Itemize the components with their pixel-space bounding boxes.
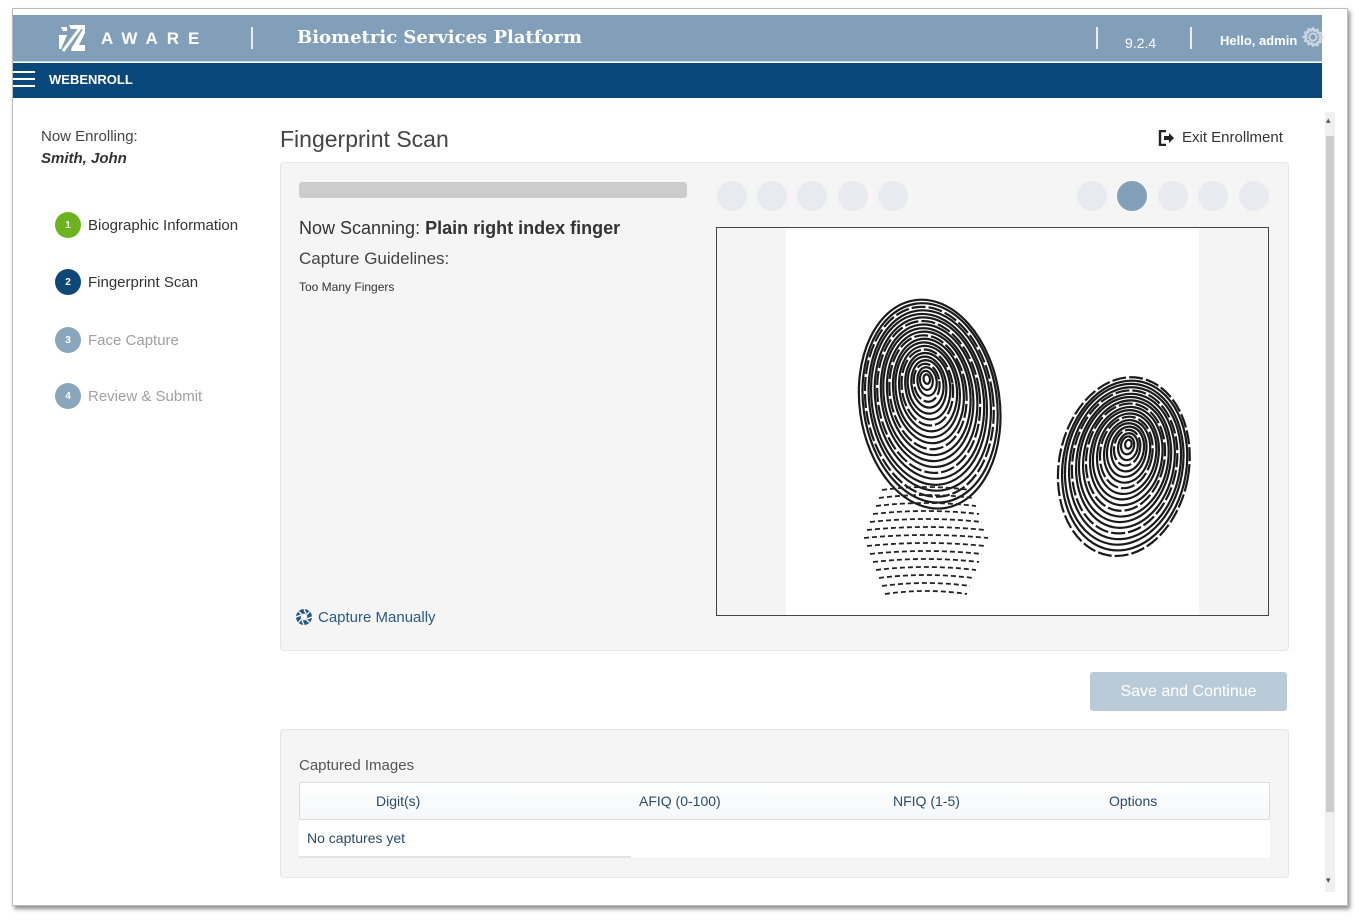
captured-images-panel: Captured Images Digit(s) AFIQ (0-100) NF… xyxy=(280,729,1289,878)
step-face-capture: 3 Face Capture xyxy=(55,326,179,354)
step-number-badge: 1 xyxy=(55,212,81,238)
camera-shutter-icon xyxy=(295,608,313,626)
column-header-nfiq[interactable]: NFIQ (1-5) xyxy=(893,793,960,809)
now-enrolling-label: Now Enrolling: xyxy=(41,128,138,145)
version-label: 9.2.4 xyxy=(1125,35,1157,51)
finger-dot-left-2[interactable] xyxy=(757,181,787,211)
now-scanning-text: Now Scanning: Plain right index finger xyxy=(299,218,620,239)
finger-dot-left-4[interactable] xyxy=(838,181,868,211)
fingerprint-image xyxy=(786,228,1199,615)
empty-table-message: No captures yet xyxy=(307,830,406,846)
finger-dot-right-3[interactable] xyxy=(1158,181,1188,211)
finger-dot-left-5[interactable] xyxy=(878,181,908,211)
step-label: Biographic Information xyxy=(88,216,239,234)
top-header: AWARE Biometric Services Platform 9.2.4 … xyxy=(13,15,1325,62)
vertical-scrollbar[interactable]: ▴ ▾ xyxy=(1325,112,1335,892)
column-header-digits[interactable]: Digit(s) xyxy=(376,793,420,809)
capture-guidelines-label: Capture Guidelines: xyxy=(299,249,450,268)
header-divider xyxy=(1096,27,1098,49)
step-number-badge: 2 xyxy=(55,269,81,295)
enrollee-name: Smith, John xyxy=(41,150,127,167)
finger-dot-right-1[interactable] xyxy=(1077,181,1107,211)
row-divider xyxy=(299,856,631,858)
user-greeting[interactable]: Hello, admin xyxy=(1220,33,1297,48)
step-biographic-information[interactable]: 1 Biographic Information xyxy=(55,211,238,239)
scan-progress-bar xyxy=(299,182,687,198)
scrollbar-thumb[interactable] xyxy=(1326,136,1334,812)
brand-name: AWARE xyxy=(101,29,209,48)
page-title: Fingerprint Scan xyxy=(280,126,449,152)
finger-dot-right-2[interactable] xyxy=(1117,181,1147,211)
step-label: Fingerprint Scan xyxy=(88,273,199,291)
menu-icon[interactable] xyxy=(13,71,35,89)
nav-title[interactable]: WEBENROLL xyxy=(49,72,133,87)
save-and-continue-button[interactable]: Save and Continue xyxy=(1090,672,1287,711)
exit-icon xyxy=(1158,129,1174,146)
finger-dot-right-5[interactable] xyxy=(1239,181,1269,211)
fingerprint-graphic xyxy=(857,298,1191,595)
step-number-badge: 4 xyxy=(55,383,81,409)
capture-manually-label: Capture Manually xyxy=(318,608,436,626)
header-divider xyxy=(251,27,253,49)
now-scanning-finger: Plain right index finger xyxy=(425,218,621,238)
column-header-afiq[interactable]: AFIQ (0-100) xyxy=(639,793,721,809)
scan-progress-fill xyxy=(299,182,687,198)
now-scanning-label: Now Scanning: xyxy=(299,218,426,238)
scroll-down-arrow[interactable]: ▾ xyxy=(1326,876,1334,885)
capture-manually-link[interactable]: Capture Manually xyxy=(295,608,436,626)
scroll-up-arrow[interactable]: ▴ xyxy=(1326,116,1334,125)
step-label: Face Capture xyxy=(88,331,179,349)
guideline-item: Too Many Fingers xyxy=(299,280,395,294)
header-divider xyxy=(1190,27,1192,49)
finger-dot-left-3[interactable] xyxy=(797,181,827,211)
scan-panel: Now Scanning: Plain right index finger C… xyxy=(280,162,1289,651)
column-header-options[interactable]: Options xyxy=(1109,793,1157,809)
step-review-submit: 4 Review & Submit xyxy=(55,382,202,410)
app-title: Biometric Services Platform xyxy=(297,27,583,48)
table-header: Digit(s) AFIQ (0-100) NFIQ (1-5) Options xyxy=(299,782,1270,820)
captured-images-title: Captured Images xyxy=(299,757,415,774)
exit-enrollment-link[interactable]: Exit Enrollment xyxy=(1158,129,1283,146)
table-row: No captures yet xyxy=(299,820,1270,858)
aware-logo-icon xyxy=(59,25,85,52)
step-fingerprint-scan[interactable]: 2 Fingerprint Scan xyxy=(55,268,198,296)
finger-dot-right-4[interactable] xyxy=(1198,181,1228,211)
captured-images-table: Digit(s) AFIQ (0-100) NFIQ (1-5) Options… xyxy=(299,782,1270,858)
step-number-badge: 3 xyxy=(55,327,81,353)
exit-enrollment-label: Exit Enrollment xyxy=(1182,129,1283,146)
step-label: Review & Submit xyxy=(88,387,203,405)
finger-dot-left-1[interactable] xyxy=(717,181,747,211)
fingerprint-preview-frame xyxy=(716,227,1269,616)
app-navbar: WEBENROLL xyxy=(13,63,1322,98)
gear-icon[interactable] xyxy=(1301,25,1325,49)
